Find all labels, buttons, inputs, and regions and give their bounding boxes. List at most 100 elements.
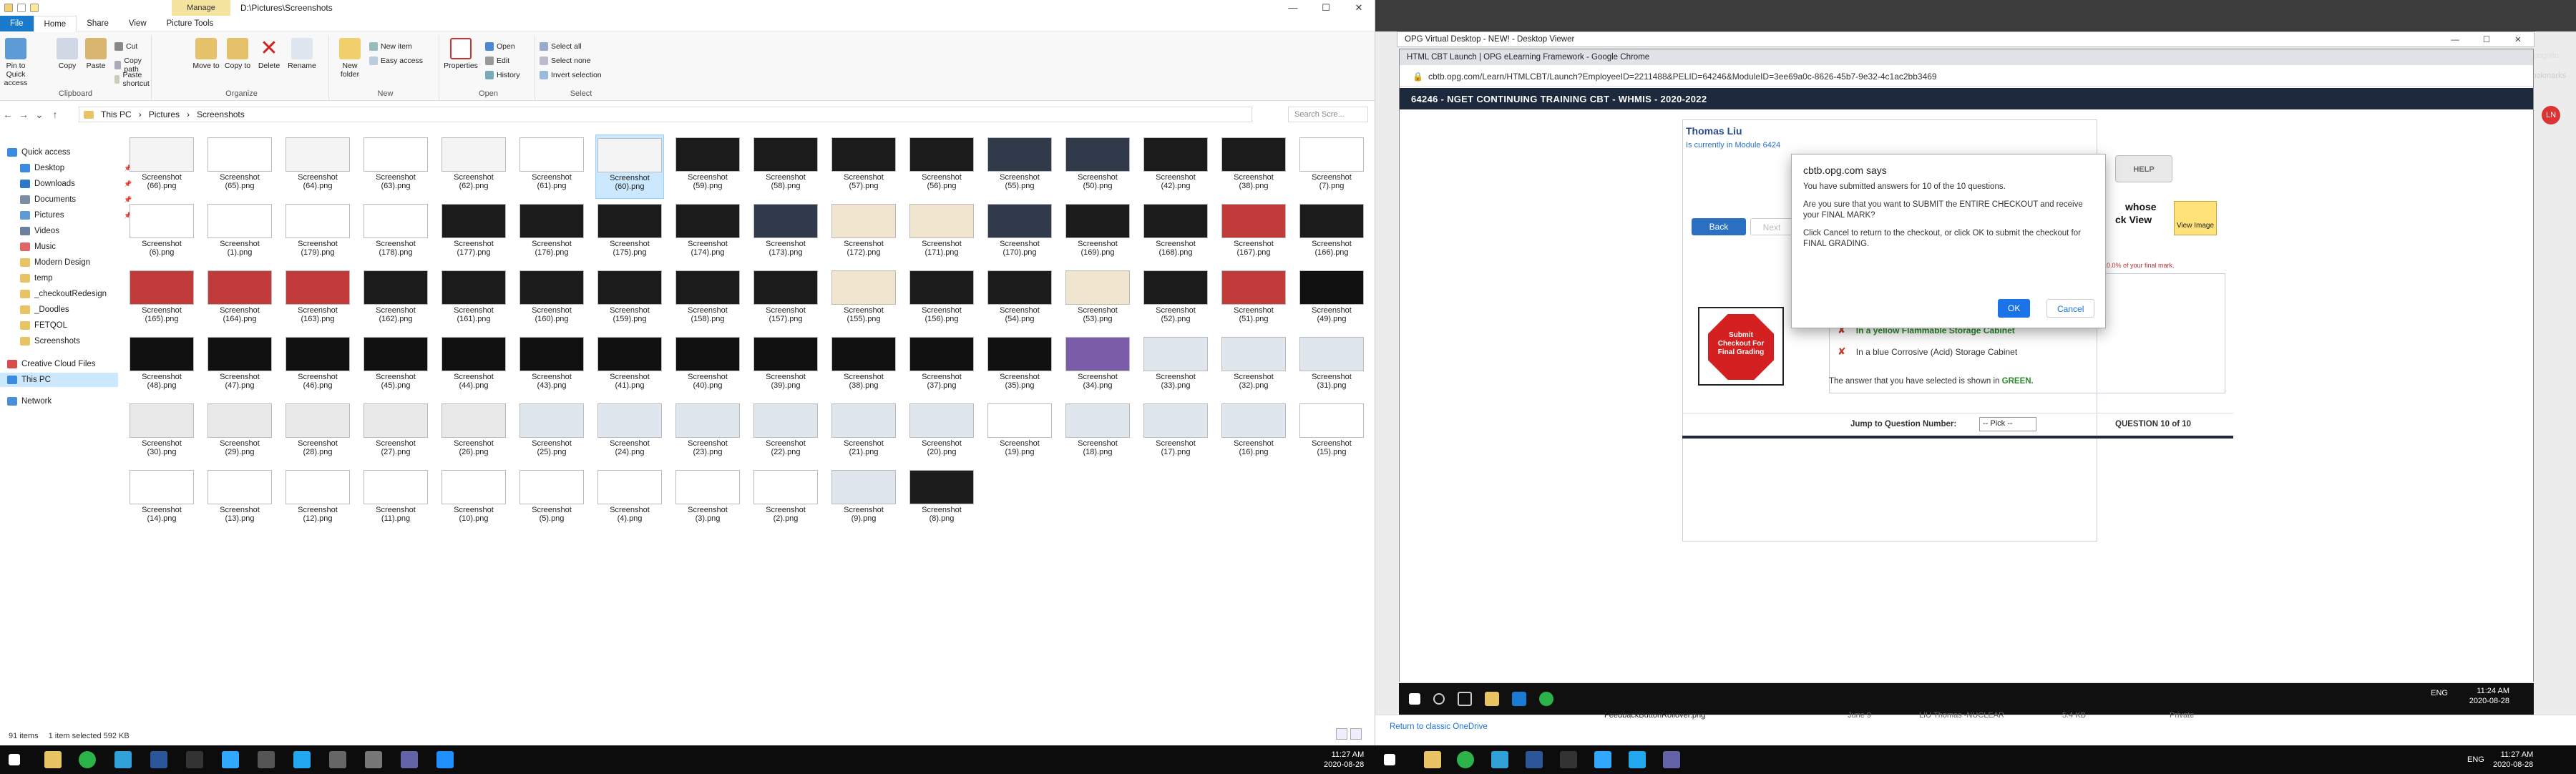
file-thumbnail[interactable]: Screenshot (56).png bbox=[907, 134, 976, 199]
file-thumbnail[interactable]: Screenshot (27).png bbox=[361, 401, 430, 465]
tab-view[interactable]: View bbox=[119, 16, 157, 31]
file-thumbnail[interactable]: Screenshot (32).png bbox=[1219, 334, 1288, 398]
maximize-button[interactable]: ☐ bbox=[1309, 0, 1342, 16]
terminal-icon[interactable] bbox=[1560, 751, 1577, 768]
photoshop-icon[interactable] bbox=[222, 751, 239, 768]
file-thumbnail[interactable]: Screenshot (173).png bbox=[751, 201, 820, 265]
app-icon[interactable] bbox=[258, 751, 275, 768]
file-thumbnail[interactable]: Screenshot (2).png bbox=[751, 467, 820, 531]
file-explorer-icon[interactable] bbox=[1424, 751, 1441, 768]
file-thumbnail[interactable]: Screenshot (156).png bbox=[907, 268, 976, 332]
file-thumbnail[interactable]: Screenshot (158).png bbox=[673, 268, 742, 332]
file-thumbnail[interactable]: Screenshot (14).png bbox=[127, 467, 196, 531]
new-folder-icon[interactable] bbox=[30, 4, 39, 12]
file-thumbnail[interactable]: Screenshot (3).png bbox=[673, 467, 742, 531]
history-button[interactable]: History bbox=[485, 71, 520, 79]
chrome-icon[interactable] bbox=[79, 751, 96, 768]
edge-icon[interactable] bbox=[1512, 692, 1526, 706]
file-thumbnail[interactable]: Screenshot (17).png bbox=[1141, 401, 1210, 465]
copy-button[interactable]: Copy bbox=[54, 38, 80, 70]
file-thumbnail[interactable]: Screenshot (170).png bbox=[985, 201, 1054, 265]
file-thumbnail[interactable]: Screenshot (30).png bbox=[127, 401, 196, 465]
file-thumbnail[interactable]: Screenshot (11).png bbox=[361, 467, 430, 531]
select-all-button[interactable]: Select all bbox=[540, 42, 582, 51]
file-thumbnail[interactable]: Screenshot (20).png bbox=[907, 401, 976, 465]
manage-context-tab[interactable]: Manage bbox=[172, 0, 230, 16]
file-thumbnail[interactable]: Screenshot (155).png bbox=[829, 268, 898, 332]
file-thumbnail[interactable]: Screenshot (7).png bbox=[1297, 134, 1366, 199]
recent-chevron-icon[interactable]: ⌄ bbox=[31, 109, 47, 121]
file-thumbnail[interactable]: Screenshot (172).png bbox=[829, 201, 898, 265]
large-icons-view-icon[interactable] bbox=[1350, 728, 1362, 740]
paste-shortcut-button[interactable]: Paste shortcut bbox=[114, 71, 152, 88]
file-thumbnail[interactable]: Screenshot (28).png bbox=[283, 401, 352, 465]
file-thumbnail[interactable]: Screenshot (53).png bbox=[1063, 268, 1132, 332]
file-thumbnail[interactable]: Screenshot (8).png bbox=[907, 467, 976, 531]
windows-start-icon[interactable] bbox=[9, 754, 20, 765]
file-thumbnail[interactable]: Screenshot (59).png bbox=[673, 134, 742, 199]
file-thumbnail[interactable]: Screenshot (45).png bbox=[361, 334, 430, 398]
file-thumbnail[interactable]: Screenshot (6).png bbox=[127, 201, 196, 265]
pin-quick-access-button[interactable]: Pin to Quick access bbox=[3, 38, 29, 87]
app-icon[interactable] bbox=[114, 751, 132, 768]
submit-sign-frame[interactable]: Submit Checkout For Final Grading bbox=[1698, 307, 1784, 386]
back-button[interactable]: Back bbox=[1692, 218, 1746, 235]
file-thumbnail[interactable]: Screenshot (15).png bbox=[1297, 401, 1366, 465]
file-thumbnail[interactable]: Screenshot (57).png bbox=[829, 134, 898, 199]
file-thumbnail[interactable]: Screenshot (38).png bbox=[1219, 134, 1288, 199]
photoshop-icon[interactable] bbox=[1594, 751, 1611, 768]
nav-item-temp[interactable]: temp bbox=[20, 271, 53, 285]
file-thumbnail[interactable]: Screenshot (44).png bbox=[439, 334, 508, 398]
chrome-icon[interactable] bbox=[1457, 751, 1474, 768]
nav-item-checkoutredesign[interactable]: _checkoutRedesign bbox=[20, 287, 107, 301]
windows-start-icon[interactable] bbox=[1384, 754, 1395, 765]
invert-selection-button[interactable]: Invert selection bbox=[540, 71, 602, 79]
file-thumbnail[interactable]: Screenshot (40).png bbox=[673, 334, 742, 398]
breadcrumb-this-pc[interactable]: This PC bbox=[101, 109, 132, 119]
file-thumbnail[interactable]: Screenshot (34).png bbox=[1063, 334, 1132, 398]
file-thumbnail[interactable]: Screenshot (23).png bbox=[673, 401, 742, 465]
app-icon[interactable] bbox=[436, 751, 454, 768]
file-thumbnail[interactable]: Screenshot (62).png bbox=[439, 134, 508, 199]
maximize-button[interactable]: ☐ bbox=[2471, 32, 2502, 48]
forward-arrow-icon[interactable]: → bbox=[16, 109, 31, 120]
file-thumbnail[interactable]: Screenshot (179).png bbox=[283, 201, 352, 265]
return-onedrive-link[interactable]: Return to classic OneDrive bbox=[1390, 722, 1488, 731]
file-thumbnail[interactable]: Screenshot (25).png bbox=[517, 401, 586, 465]
nav-item-network[interactable]: Network bbox=[7, 394, 52, 408]
app-icon[interactable] bbox=[365, 751, 382, 768]
teams-icon[interactable] bbox=[1663, 751, 1680, 768]
next-button[interactable]: Next bbox=[1750, 218, 1793, 235]
file-thumbnail[interactable]: Screenshot (46).png bbox=[283, 334, 352, 398]
search-input[interactable]: Search Scre... bbox=[1288, 107, 1368, 122]
nav-item-documents[interactable]: Documents 📌 bbox=[20, 192, 132, 207]
file-thumbnail[interactable]: Screenshot (22).png bbox=[751, 401, 820, 465]
file-thumbnail[interactable]: Screenshot (26).png bbox=[439, 401, 508, 465]
move-to-button[interactable]: Move to bbox=[192, 38, 220, 70]
file-thumbnail[interactable]: Screenshot (171).png bbox=[907, 201, 976, 265]
file-thumbnail[interactable]: Screenshot (38).png bbox=[829, 334, 898, 398]
file-thumbnail[interactable]: Screenshot (31).png bbox=[1297, 334, 1366, 398]
file-thumbnail[interactable]: Screenshot (43).png bbox=[517, 334, 586, 398]
properties-button[interactable]: Properties bbox=[442, 38, 479, 70]
file-thumbnail[interactable]: Screenshot (4).png bbox=[595, 467, 664, 531]
file-thumbnail[interactable]: Screenshot (47).png bbox=[205, 334, 274, 398]
tab-home[interactable]: Home bbox=[33, 15, 77, 31]
file-thumbnail[interactable]: Screenshot (33).png bbox=[1141, 334, 1210, 398]
file-thumbnail[interactable]: Screenshot (13).png bbox=[205, 467, 274, 531]
properties-icon[interactable] bbox=[17, 4, 26, 12]
file-thumbnail[interactable]: Screenshot (24).png bbox=[595, 401, 664, 465]
chrome-icon[interactable] bbox=[1539, 692, 1553, 706]
app-icon[interactable] bbox=[329, 751, 346, 768]
file-thumbnail[interactable]: Screenshot (16).png bbox=[1219, 401, 1288, 465]
file-thumbnail[interactable]: Screenshot (61).png bbox=[517, 134, 586, 199]
file-thumbnail[interactable]: Screenshot (65).png bbox=[205, 134, 274, 199]
file-thumbnail[interactable]: Screenshot (37).png bbox=[907, 334, 976, 398]
edit-button[interactable]: Edit bbox=[485, 57, 509, 65]
ok-button[interactable]: OK bbox=[1998, 299, 2031, 318]
file-thumbnail[interactable]: Screenshot (58).png bbox=[751, 134, 820, 199]
close-button[interactable]: ✕ bbox=[2502, 32, 2534, 48]
nav-item-downloads[interactable]: Downloads 📌 bbox=[20, 177, 132, 191]
details-view-icon[interactable] bbox=[1336, 728, 1347, 740]
word-icon[interactable] bbox=[1526, 751, 1543, 768]
